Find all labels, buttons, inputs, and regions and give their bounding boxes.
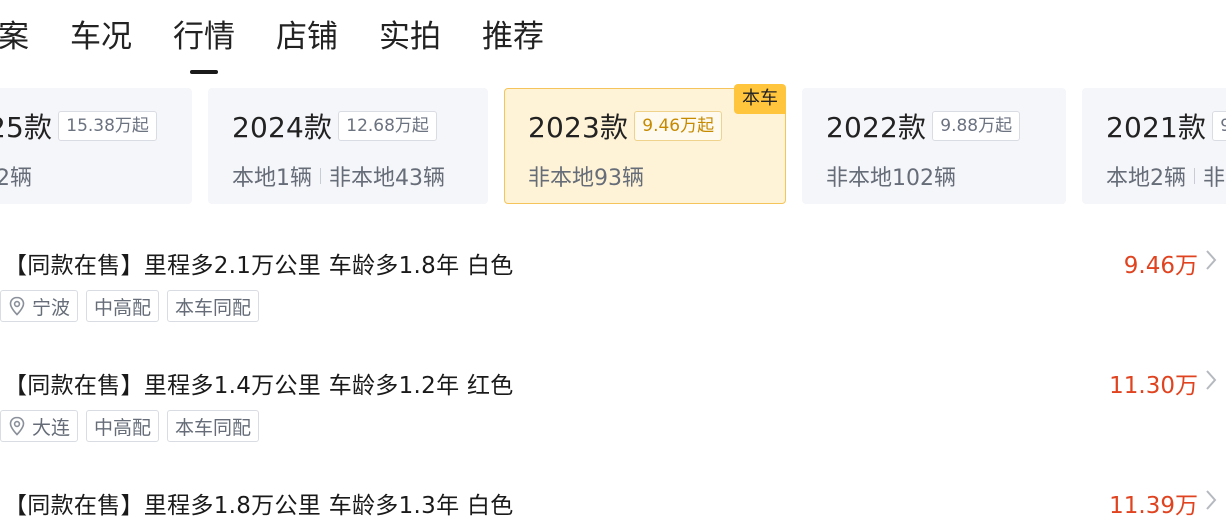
location-tag: 宁波 bbox=[0, 290, 79, 322]
divider bbox=[320, 168, 321, 184]
config-tag: 中高配 bbox=[86, 410, 160, 442]
location-pin-icon bbox=[9, 416, 25, 436]
card-price-badge: 9.5 bbox=[1212, 111, 1226, 141]
card-local-count: 本地2辆 bbox=[1106, 166, 1186, 191]
card-price-badge: 12.68万起 bbox=[338, 111, 437, 141]
card-year: 2024款 bbox=[232, 111, 333, 144]
card-price-badge: 9.88万起 bbox=[932, 111, 1021, 141]
card-local-count: 本地2辆 bbox=[0, 166, 32, 191]
same-config-tag: 本车同配 bbox=[167, 410, 260, 442]
card-nonlocal-count: 非本地43辆 bbox=[329, 166, 445, 191]
tab-condition[interactable]: 车况 bbox=[70, 14, 132, 70]
year-card-2025[interactable]: 2025款 15.38万起 本地2辆 bbox=[0, 88, 192, 204]
card-year: 2025款 bbox=[0, 111, 53, 144]
listing-title[interactable]: 【同款在售】里程多2.1万公里 车龄多1.8年 白色 bbox=[4, 246, 514, 280]
year-card-2022[interactable]: 2022款 9.88万起 非本地102辆 bbox=[802, 88, 1066, 204]
card-price-badge: 9.46万起 bbox=[634, 111, 723, 141]
card-nonlocal-count: 非本 bbox=[1203, 166, 1226, 191]
listing-price[interactable]: 11.30万 bbox=[1109, 366, 1198, 400]
chevron-right-icon[interactable] bbox=[1204, 368, 1218, 392]
card-year: 2021款 bbox=[1106, 111, 1207, 144]
year-card-2023[interactable]: 本车 2023款 9.46万起 非本地93辆 bbox=[504, 84, 786, 204]
this-car-tag: 本车 bbox=[734, 84, 786, 114]
tag-label: 大连 bbox=[32, 416, 71, 439]
card-price-badge: 15.38万起 bbox=[58, 111, 157, 141]
year-card-2024[interactable]: 2024款 12.68万起 本地1辆 非本地43辆 bbox=[208, 88, 488, 204]
card-nonlocal-count: 非本地93辆 bbox=[528, 166, 644, 191]
listing-title[interactable]: 【同款在售】里程多1.4万公里 车龄多1.2年 红色 bbox=[4, 366, 514, 400]
tag-label: 宁波 bbox=[32, 296, 71, 319]
tab-bar: 案 车况 行情 店铺 实拍 推荐 bbox=[0, 14, 585, 70]
location-tag: 大连 bbox=[0, 410, 79, 442]
tab-archive[interactable]: 案 bbox=[0, 14, 29, 70]
chevron-right-icon[interactable] bbox=[1204, 488, 1218, 512]
location-pin-icon bbox=[9, 296, 25, 316]
listing-tags: 大连 中高配 本车同配 bbox=[0, 410, 260, 442]
listing-tags: 宁波 中高配 本车同配 bbox=[0, 290, 260, 322]
chevron-right-icon[interactable] bbox=[1204, 248, 1218, 272]
tab-store[interactable]: 店铺 bbox=[276, 14, 338, 70]
year-card-2021[interactable]: 2021款 9.5 本地2辆 非本 bbox=[1082, 88, 1226, 204]
tab-market[interactable]: 行情 bbox=[173, 14, 235, 70]
listing-price[interactable]: 11.39万 bbox=[1109, 486, 1198, 518]
tab-photos[interactable]: 实拍 bbox=[379, 14, 441, 70]
card-year: 2023款 bbox=[528, 111, 629, 144]
tab-recommend[interactable]: 推荐 bbox=[482, 14, 544, 70]
card-local-count: 本地1辆 bbox=[232, 166, 312, 191]
listing-title[interactable]: 【同款在售】里程多1.8万公里 车龄多1.3年 白色 bbox=[4, 486, 514, 518]
year-card-list: 2025款 15.38万起 本地2辆 2024款 12.68万起 本地1辆 非本… bbox=[0, 84, 1226, 204]
listing-price[interactable]: 9.46万 bbox=[1124, 246, 1198, 280]
config-tag: 中高配 bbox=[86, 290, 160, 322]
same-config-tag: 本车同配 bbox=[167, 290, 260, 322]
divider bbox=[1194, 168, 1195, 184]
card-nonlocal-count: 非本地102辆 bbox=[826, 166, 956, 191]
card-year: 2022款 bbox=[826, 111, 927, 144]
market-panel: 案 车况 行情 店铺 实拍 推荐 2025款 15.38万起 本地2辆 2024… bbox=[0, 0, 1226, 518]
